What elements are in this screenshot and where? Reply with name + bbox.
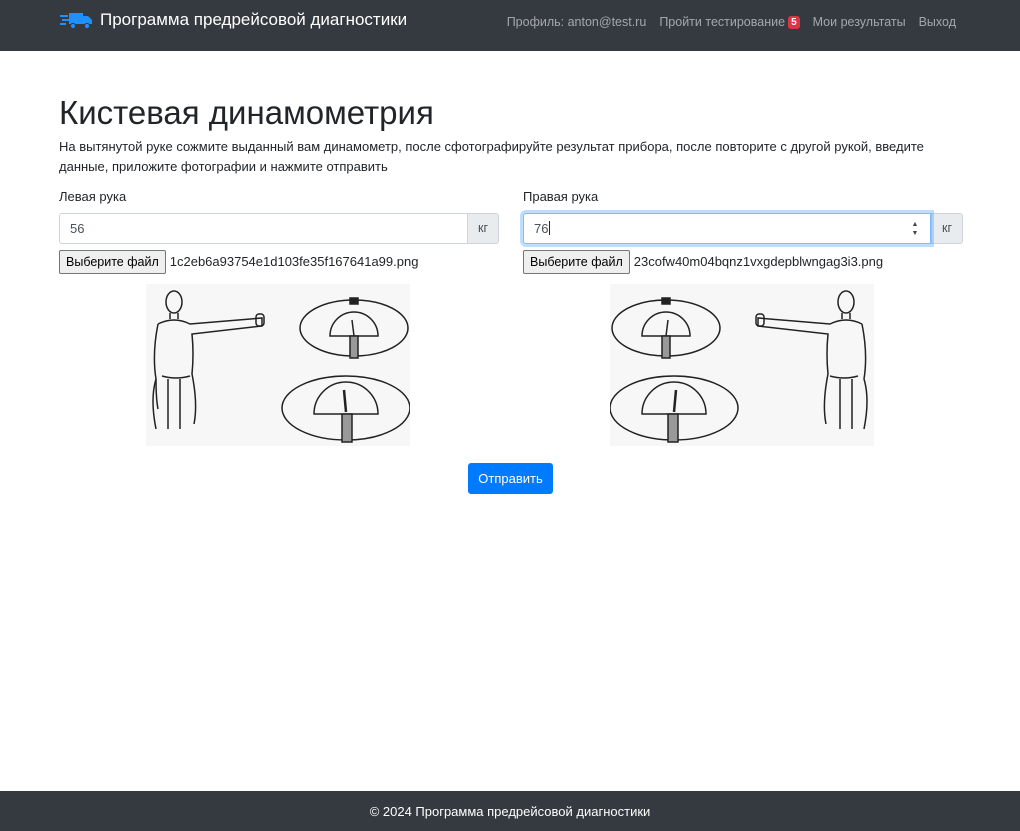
left-hand-input[interactable]: 56 (59, 212, 467, 244)
right-file-row: Выберите файл 23cofw40m04bqnz1vxgdepblwn… (523, 249, 963, 274)
nav-testing-link[interactable]: Пройти тестирование 5 (659, 15, 800, 29)
right-file-name: 23cofw40m04bqnz1vxgdepblwngag3i3.png (633, 254, 884, 270)
left-unit-addon: кг (467, 212, 499, 244)
navbar: Программа предрейсовой диагностики Профи… (0, 0, 1020, 51)
nav-profile-link[interactable]: Профиль: anton@test.ru (507, 15, 647, 29)
footer-text: © 2024 Программа предрейсовой диагностик… (369, 803, 651, 819)
number-spinner[interactable]: ▲ ▼ (910, 221, 920, 237)
right-hand-label: Правая рука (523, 188, 599, 204)
instructions-text: На вытянутой руке сожмите выданный вам д… (59, 138, 924, 174)
left-hand-input-group: 56 кг (59, 212, 499, 244)
left-file-name: 1c2eb6a93754e1d103fe35f167641a99.png (169, 254, 419, 270)
brand-link[interactable]: Программа предрейсовой диагностики (60, 10, 407, 30)
right-file-button[interactable]: Выберите файл (523, 249, 630, 274)
right-hand-value: 76 (534, 220, 549, 236)
hands-form: Левая рука 56 кг Выберите файл 1c2eb6a93… (59, 187, 963, 487)
shipping-fast-truck-icon (60, 10, 94, 30)
left-hand-value: 56 (70, 220, 85, 236)
left-hand-illustration (146, 283, 411, 446)
nav-logout-link[interactable]: Выход (919, 15, 956, 29)
right-unit-addon: кг (931, 212, 963, 244)
nav-links: Профиль: anton@test.ru Пройти тестирован… (507, 15, 956, 29)
right-hand-input[interactable]: 76 ▲ ▼ (523, 212, 931, 244)
text-caret (549, 221, 551, 236)
footer: © 2024 Программа предрейсовой диагностик… (0, 791, 1020, 831)
page-title: Кистевая динамометрия (59, 94, 434, 131)
nav-testing-label: Пройти тестирование (659, 15, 786, 29)
left-file-row: Выберите файл 1c2eb6a93754e1d103fe35f167… (59, 249, 499, 274)
left-hand-group: Левая рука 56 кг Выберите файл 1c2eb6a93… (59, 187, 499, 446)
nav-results-link[interactable]: Мои результаты (813, 15, 906, 29)
brand-title: Программа предрейсовой диагностики (100, 10, 408, 29)
right-hand-illustration (609, 283, 874, 446)
right-hand-group: Правая рука 76 ▲ ▼ кг Выберите файл 23co… (523, 187, 963, 446)
spinner-down-icon[interactable]: ▼ (912, 230, 919, 237)
spinner-up-icon[interactable]: ▲ (912, 221, 919, 228)
right-hand-input-group: 76 ▲ ▼ кг (523, 212, 963, 244)
submit-button[interactable]: Отправить (468, 463, 553, 494)
left-hand-label: Левая рука (59, 188, 127, 204)
testing-count-badge: 5 (788, 15, 800, 29)
main-content: Кистевая динамометрия На вытянутой руке … (59, 90, 963, 487)
left-file-button[interactable]: Выберите файл (59, 249, 166, 274)
